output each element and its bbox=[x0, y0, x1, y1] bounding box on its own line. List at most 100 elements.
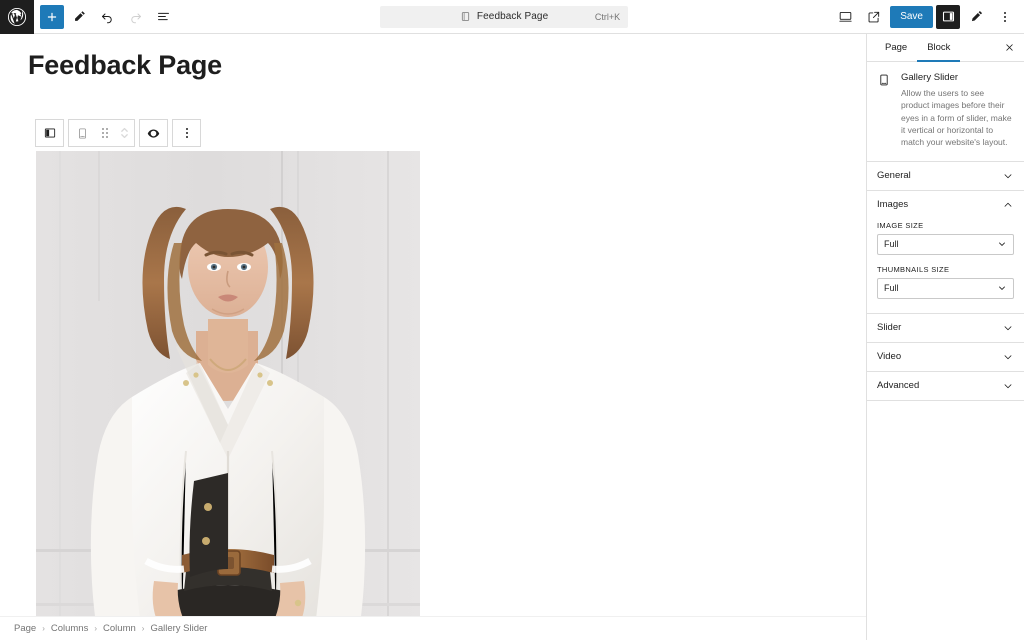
chevron-down-icon bbox=[997, 283, 1007, 293]
block-type-switcher-button[interactable] bbox=[36, 120, 63, 146]
desktop-view-icon bbox=[838, 9, 853, 24]
gallery-slider-block-icon bbox=[76, 127, 89, 140]
tab-block[interactable]: Block bbox=[917, 34, 961, 62]
gallery-slider-block-button[interactable] bbox=[69, 120, 96, 146]
tools-edit-button[interactable] bbox=[66, 4, 92, 30]
block-options-group bbox=[172, 119, 201, 147]
thumbnails-size-select[interactable]: Full bbox=[877, 277, 1014, 299]
panel-general: General bbox=[867, 162, 1024, 191]
editor-top-bar: Feedback Page Ctrl+K Save bbox=[0, 0, 1024, 34]
more-options-vertical-dots-icon bbox=[185, 128, 188, 138]
chevron-down-icon bbox=[1002, 351, 1014, 363]
top-bar-left-tools bbox=[34, 0, 176, 33]
settings-sidebar-toggle[interactable] bbox=[936, 4, 960, 29]
panel-video: Video bbox=[867, 343, 1024, 372]
command-bar-label: Feedback Page bbox=[476, 11, 549, 22]
chevron-down-icon bbox=[997, 239, 1007, 249]
panel-general-title: General bbox=[877, 170, 911, 182]
close-sidebar-button[interactable] bbox=[1000, 39, 1018, 57]
top-bar-right-tools: Save bbox=[832, 0, 1024, 33]
styles-brush-icon bbox=[969, 9, 984, 24]
block-movers[interactable] bbox=[114, 120, 134, 146]
eye-visibility-icon bbox=[146, 126, 161, 141]
block-drag-handle[interactable] bbox=[96, 120, 114, 146]
field-thumbnails-size: THUMBNAILS SIZE Full bbox=[877, 265, 1014, 299]
chevron-down-icon bbox=[1002, 322, 1014, 334]
settings-sidebar-icon bbox=[941, 9, 956, 24]
panel-video-header[interactable]: Video bbox=[867, 343, 1024, 371]
block-mover-group bbox=[68, 119, 135, 147]
panel-images: Images IMAGE SIZE Full THUMBNAILS SIZE F… bbox=[867, 191, 1024, 314]
panel-advanced-header[interactable]: Advanced bbox=[867, 372, 1024, 400]
panel-slider: Slider bbox=[867, 314, 1024, 343]
block-options-button[interactable] bbox=[173, 120, 200, 146]
list-view-icon bbox=[156, 9, 171, 24]
device-preview-button[interactable] bbox=[832, 4, 858, 30]
save-button[interactable]: Save bbox=[890, 5, 933, 28]
command-center-button[interactable]: Feedback Page Ctrl+K bbox=[380, 5, 629, 28]
panel-slider-title: Slider bbox=[877, 322, 902, 334]
panel-slider-header[interactable]: Slider bbox=[867, 314, 1024, 342]
chevron-up-icon bbox=[1002, 199, 1014, 211]
image-size-select[interactable]: Full bbox=[877, 233, 1014, 255]
block-visibility-button[interactable] bbox=[140, 120, 167, 146]
external-link-preview-icon bbox=[867, 10, 881, 24]
chevron-down-icon bbox=[1002, 380, 1014, 392]
thumbnails-size-value: Full bbox=[884, 283, 899, 294]
block-type-group bbox=[35, 119, 64, 147]
gallery-slider-block-icon bbox=[877, 73, 893, 149]
styles-button[interactable] bbox=[963, 4, 989, 30]
breadcrumb-separator: › bbox=[94, 624, 98, 633]
gallery-slider-image-block[interactable] bbox=[36, 151, 420, 635]
thumbnails-size-label: THUMBNAILS SIZE bbox=[877, 264, 950, 274]
breadcrumb: Page › Columns › Column › Gallery Slider bbox=[0, 616, 866, 640]
sidebar-tabs: Page Block bbox=[867, 34, 1024, 62]
more-options-button[interactable] bbox=[992, 4, 1018, 30]
panel-advanced-title: Advanced bbox=[877, 380, 920, 392]
image-size-label: IMAGE SIZE bbox=[877, 220, 924, 230]
chevron-down-icon bbox=[1002, 170, 1014, 182]
wordpress-logo-button[interactable] bbox=[0, 0, 34, 34]
field-image-size: IMAGE SIZE Full bbox=[877, 221, 1014, 255]
settings-sidebar: Page Block Gallery Slider Allow the user… bbox=[866, 34, 1024, 640]
view-site-preview-button[interactable] bbox=[861, 4, 887, 30]
breadcrumb-separator: › bbox=[141, 624, 145, 633]
editor-canvas[interactable]: Feedback Page Page › Columns › Column › … bbox=[0, 34, 866, 640]
add-block-button[interactable] bbox=[40, 4, 64, 29]
pencil-edit-icon bbox=[72, 9, 87, 24]
page-document-icon bbox=[460, 11, 471, 22]
image-size-value: Full bbox=[884, 239, 899, 250]
plus-icon bbox=[45, 10, 59, 24]
panel-images-title: Images bbox=[877, 199, 909, 211]
undo-button[interactable] bbox=[94, 4, 120, 30]
breadcrumb-item-column[interactable]: Column bbox=[103, 623, 136, 634]
close-x-icon bbox=[1004, 42, 1015, 53]
breadcrumb-item-columns[interactable]: Columns bbox=[51, 623, 89, 634]
wordpress-logo-icon bbox=[7, 7, 27, 27]
panel-general-header[interactable]: General bbox=[867, 162, 1024, 190]
list-view-button[interactable] bbox=[150, 4, 176, 30]
block-toolbar bbox=[35, 119, 201, 147]
tab-page[interactable]: Page bbox=[875, 34, 917, 62]
block-info-card: Gallery Slider Allow the users to see pr… bbox=[867, 62, 1024, 162]
drag-handle-dots-icon bbox=[102, 128, 108, 138]
breadcrumb-separator: › bbox=[42, 624, 45, 633]
block-editor-app: Feedback Page Ctrl+K Save Feedback Page … bbox=[0, 0, 1024, 640]
columns-block-icon bbox=[43, 126, 57, 140]
panel-video-title: Video bbox=[877, 351, 902, 363]
block-visibility-group bbox=[139, 119, 168, 147]
panel-images-header[interactable]: Images bbox=[867, 191, 1024, 219]
panel-images-body: IMAGE SIZE Full THUMBNAILS SIZE Full bbox=[867, 219, 1024, 313]
page-title[interactable]: Feedback Page bbox=[0, 34, 866, 81]
command-bar-shortcut: Ctrl+K bbox=[594, 11, 621, 22]
more-options-vertical-dots-icon bbox=[1004, 11, 1006, 22]
breadcrumb-item-gallery-slider[interactable]: Gallery Slider bbox=[150, 623, 207, 634]
panel-advanced: Advanced bbox=[867, 372, 1024, 401]
block-description: Allow the users to see product images be… bbox=[901, 88, 1012, 148]
breadcrumb-item-page[interactable]: Page bbox=[14, 623, 36, 634]
redo-button[interactable] bbox=[122, 4, 148, 30]
redo-arrow-icon bbox=[128, 9, 143, 24]
editor-body: Feedback Page Page › Columns › Column › … bbox=[0, 34, 1024, 640]
undo-arrow-icon bbox=[100, 9, 115, 24]
gallery-slider-image bbox=[36, 151, 420, 635]
